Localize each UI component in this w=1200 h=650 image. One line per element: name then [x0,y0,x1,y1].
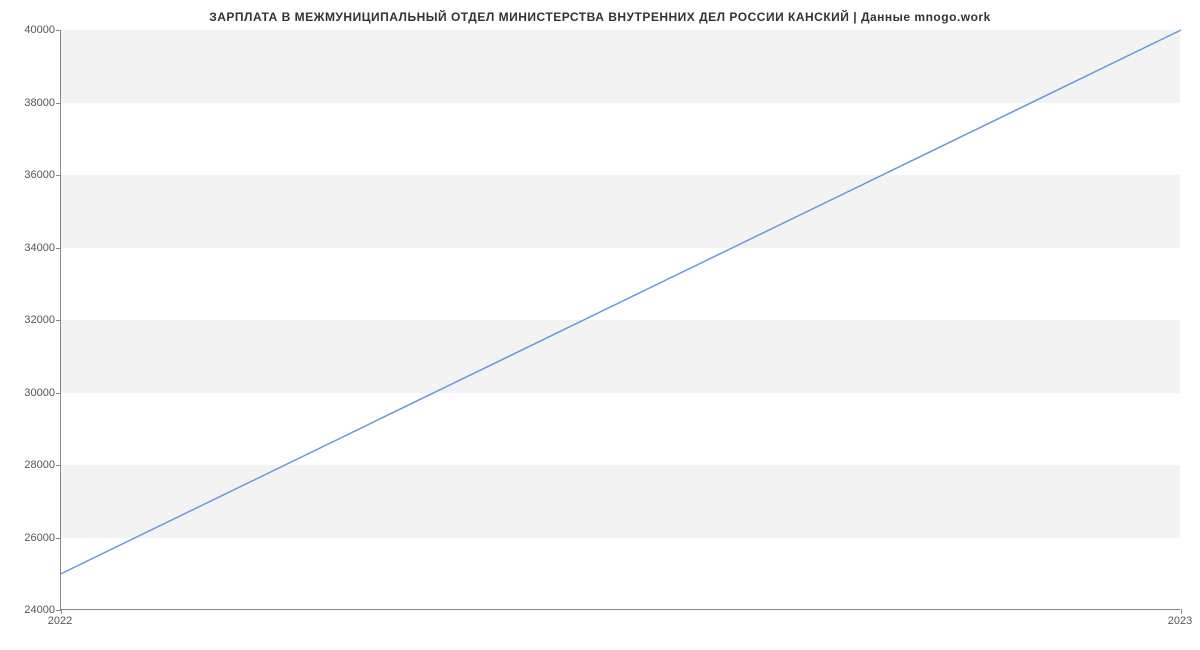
y-tick-mark [56,465,61,466]
x-tick-label: 2023 [1168,615,1192,627]
y-tick-mark [56,393,61,394]
chart-svg [61,30,1180,609]
x-tick-mark [61,609,62,614]
y-tick-mark [56,248,61,249]
data-line [61,30,1181,574]
y-tick-label: 36000 [5,169,55,181]
y-tick-label: 40000 [5,24,55,36]
y-tick-label: 32000 [5,314,55,326]
y-tick-label: 34000 [5,242,55,254]
chart-title: ЗАРПЛАТА В МЕЖМУНИЦИПАЛЬНЫЙ ОТДЕЛ МИНИСТ… [0,0,1200,24]
y-tick-mark [56,103,61,104]
y-tick-mark [56,320,61,321]
y-tick-mark [56,538,61,539]
y-tick-label: 26000 [5,532,55,544]
y-tick-mark [56,30,61,31]
y-tick-label: 38000 [5,97,55,109]
y-tick-label: 28000 [5,459,55,471]
chart-container: ЗАРПЛАТА В МЕЖМУНИЦИПАЛЬНЫЙ ОТДЕЛ МИНИСТ… [0,0,1200,650]
plot-area [60,30,1180,610]
x-tick-mark [1181,609,1182,614]
y-tick-mark [56,175,61,176]
x-tick-label: 2022 [48,615,72,627]
y-tick-label: 30000 [5,387,55,399]
